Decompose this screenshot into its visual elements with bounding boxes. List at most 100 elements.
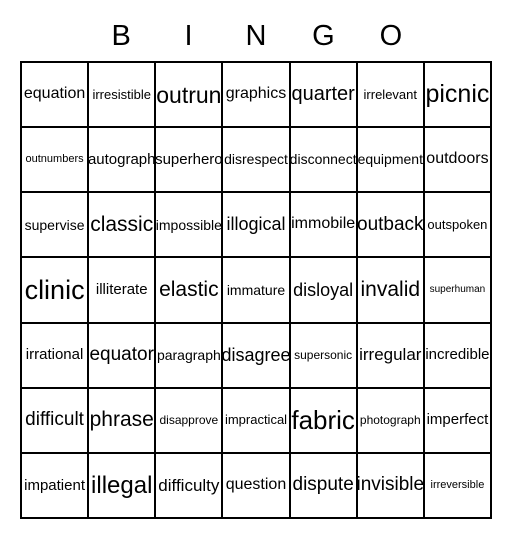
bingo-cell-label: paragraph	[156, 346, 221, 363]
bingo-cell[interactable]: fabric	[290, 388, 358, 454]
bingo-cell-label: disrespect	[224, 151, 288, 168]
bingo-cell[interactable]: outdoors	[424, 128, 492, 194]
bingo-cell[interactable]: impossible	[156, 193, 224, 259]
bingo-cell[interactable]: irreversible	[424, 453, 492, 519]
bingo-cell-label: graphics	[225, 85, 287, 103]
bingo-cell[interactable]: disagree	[223, 323, 291, 389]
bingo-cell-label: irrelevant	[363, 86, 417, 102]
bingo-cell[interactable]: picnic	[424, 63, 492, 129]
bingo-cell-label: disagree	[223, 344, 291, 365]
bingo-cell[interactable]: photograph	[357, 388, 425, 454]
bingo-cell[interactable]: invisible	[357, 453, 425, 519]
bingo-cell[interactable]: outspoken	[424, 193, 492, 259]
bingo-cell[interactable]: irregular	[357, 323, 425, 389]
header-letter-o: O	[379, 19, 403, 52]
bingo-cell[interactable]: impatient	[22, 453, 90, 519]
bingo-cell[interactable]: elastic	[156, 258, 224, 324]
bingo-cell-label: impossible	[156, 216, 222, 233]
bingo-cell-label: outdoors	[426, 150, 489, 168]
bingo-cell[interactable]: illiterate	[89, 258, 157, 324]
bingo-cell[interactable]: supervise	[22, 193, 90, 259]
bingo-cell-label: invisible	[357, 474, 425, 496]
bingo-cell[interactable]: irresistible	[89, 63, 157, 129]
bingo-cell-label: irrational	[25, 346, 84, 364]
bingo-cell[interactable]: outrun	[156, 63, 224, 129]
bingo-cell-label: disloyal	[293, 279, 354, 300]
bingo-cell[interactable]: equation	[22, 63, 90, 129]
bingo-cell[interactable]: supersonic	[290, 323, 358, 389]
bingo-cell-label: impatient	[24, 476, 85, 494]
bingo-cell[interactable]: disapprove	[156, 388, 224, 454]
bingo-cell[interactable]: superhero	[156, 128, 224, 194]
bingo-header-row: B I N G O	[20, 12, 492, 60]
bingo-cell[interactable]: difficult	[22, 388, 90, 454]
bingo-cell-label: impractical	[224, 412, 288, 428]
bingo-cell[interactable]: disloyal	[290, 258, 358, 324]
bingo-cell[interactable]: question	[223, 453, 291, 519]
bingo-cell[interactable]: graphics	[223, 63, 291, 129]
bingo-cell-label: classic	[90, 212, 154, 236]
bingo-cell[interactable]: autograph	[89, 128, 157, 194]
bingo-cell[interactable]: quarter	[290, 63, 358, 129]
bingo-cell-label: fabric	[291, 404, 355, 435]
bingo-cell-label: invalid	[360, 277, 421, 301]
bingo-cell-label: immobile	[291, 215, 356, 233]
bingo-cell[interactable]: outnumbers	[22, 128, 90, 194]
bingo-cell-label: imperfect	[426, 411, 489, 429]
bingo-cell-label: difficulty	[158, 475, 220, 495]
header-letter-g: G	[312, 19, 335, 52]
bingo-cell-label: picnic	[425, 80, 490, 109]
bingo-cell-label: equipment	[357, 151, 423, 168]
bingo-cell[interactable]: outback	[357, 193, 425, 259]
bingo-cell-label: irresistible	[92, 86, 151, 102]
bingo-cell[interactable]: classic	[89, 193, 157, 259]
bingo-grid: equation irresistible outrun graphics qu…	[20, 61, 492, 519]
bingo-cell[interactable]: paragraph	[156, 323, 224, 389]
bingo-cell-label: superhuman	[429, 283, 486, 295]
bingo-cell-label: immature	[226, 281, 286, 298]
bingo-cell-label: clinic	[24, 274, 85, 305]
bingo-cell-label: supersonic	[294, 347, 353, 362]
bingo-cell-label: illiterate	[95, 281, 148, 299]
bingo-cell-label: dispute	[292, 474, 354, 496]
bingo-cell[interactable]: superhuman	[424, 258, 492, 324]
bingo-cell[interactable]: impractical	[223, 388, 291, 454]
bingo-cell-label: difficult	[25, 409, 84, 431]
bingo-cell-label: elastic	[159, 277, 219, 301]
bingo-cell-label: supervise	[24, 216, 85, 233]
bingo-cell-label: incredible	[425, 346, 490, 364]
bingo-cell[interactable]: immobile	[290, 193, 358, 259]
bingo-cell[interactable]: invalid	[357, 258, 425, 324]
bingo-cell[interactable]: immature	[223, 258, 291, 324]
bingo-cell-label: outrun	[156, 81, 222, 108]
bingo-cell[interactable]: imperfect	[424, 388, 492, 454]
bingo-cell[interactable]: clinic	[22, 258, 90, 324]
bingo-cell[interactable]: phrase	[89, 388, 157, 454]
bingo-cell[interactable]: irrational	[22, 323, 90, 389]
bingo-cell-label: superhero	[156, 150, 223, 168]
bingo-cell-label: equation	[23, 85, 86, 103]
bingo-cell[interactable]: dispute	[290, 453, 358, 519]
bingo-cell[interactable]: illegal	[89, 453, 157, 519]
bingo-cell[interactable]: illogical	[223, 193, 291, 259]
bingo-cell-label: question	[225, 476, 287, 494]
header-letter-n: N	[245, 19, 267, 52]
bingo-cell-label: illegal	[91, 471, 153, 499]
bingo-cell[interactable]: equator	[89, 323, 157, 389]
bingo-cell-label: photograph	[359, 412, 421, 427]
bingo-cell-label: outnumbers	[25, 152, 84, 165]
bingo-cell-label: irregular	[359, 345, 422, 365]
bingo-cell-label: autograph	[89, 150, 156, 168]
bingo-cell-label: equator	[89, 344, 154, 366]
bingo-cell[interactable]: disrespect	[223, 128, 291, 194]
bingo-cell[interactable]: difficulty	[156, 453, 224, 519]
bingo-cell-label: irreversible	[430, 478, 485, 491]
bingo-cell[interactable]: incredible	[424, 323, 492, 389]
bingo-cell[interactable]: irrelevant	[357, 63, 425, 129]
bingo-cell[interactable]: equipment	[357, 128, 425, 194]
bingo-cell-label: illogical	[226, 214, 286, 235]
bingo-card: B I N G O equation irresistible outrun g…	[0, 0, 512, 544]
header-letter-i: I	[184, 19, 193, 52]
bingo-cell[interactable]: disconnect	[290, 128, 358, 194]
bingo-cell-label: disconnect	[290, 151, 357, 168]
